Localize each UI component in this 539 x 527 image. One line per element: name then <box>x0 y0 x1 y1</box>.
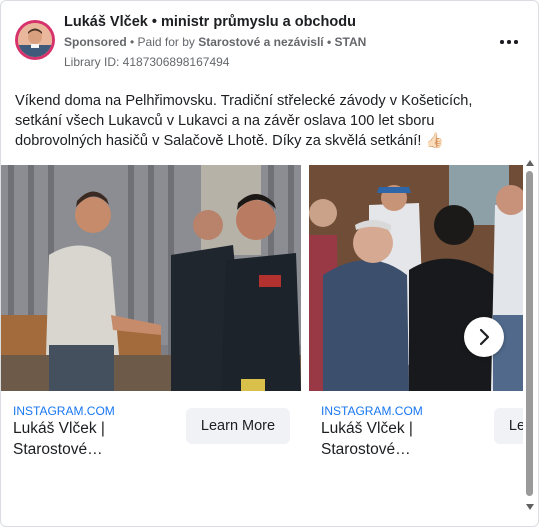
card-domain[interactable]: INSTAGRAM.COM <box>13 404 115 418</box>
carousel-image[interactable] <box>309 165 523 391</box>
more-options-button[interactable] <box>498 35 520 49</box>
card-domain[interactable]: INSTAGRAM.COM <box>321 404 423 418</box>
carousel: INSTAGRAM.COM Lukáš Vlček | Starostové… … <box>1 165 523 505</box>
ad-header: Lukáš Vlček • ministr průmyslu a obchodu… <box>15 13 524 73</box>
scroll-down-icon[interactable] <box>525 503 535 511</box>
scrollbar-thumb[interactable] <box>526 171 533 496</box>
carousel-card[interactable]: INSTAGRAM.COM Lukáš Vlček | Starostové… … <box>1 165 301 465</box>
library-id: Library ID: 4187306898167494 <box>64 55 230 69</box>
chevron-right-icon <box>479 328 490 346</box>
learn-more-button[interactable]: Learn More <box>494 408 523 444</box>
page-name[interactable]: Lukáš Vlček • ministr průmyslu a obchodu <box>64 14 356 30</box>
carousel-next-button[interactable] <box>464 317 504 357</box>
carousel-image[interactable] <box>1 165 301 391</box>
paid-for-prefix: Paid for by <box>137 35 199 49</box>
avatar-photo <box>18 23 52 57</box>
learn-more-button[interactable]: Learn More <box>186 408 290 444</box>
payer-name[interactable]: Starostové a nezávislí • STAN <box>198 35 366 49</box>
carousel-card[interactable]: INSTAGRAM.COM Lukáš Vlček | Starostové… … <box>309 165 523 465</box>
sponsored-label: Sponsored <box>64 35 127 49</box>
sponsor-line: Sponsored • Paid for by Starostové a nez… <box>64 35 366 49</box>
post-text: Víkend doma na Pelhřimovsku. Tradiční st… <box>15 93 473 149</box>
card-title[interactable]: Lukáš Vlček | Starostové… <box>321 418 481 460</box>
vertical-scrollbar[interactable] <box>524 159 536 515</box>
avatar[interactable] <box>15 20 55 60</box>
separator: • <box>126 35 138 49</box>
scroll-up-icon[interactable] <box>525 159 535 167</box>
ad-card: Lukáš Vlček • ministr průmyslu a obchodu… <box>0 0 539 527</box>
card-title[interactable]: Lukáš Vlček | Starostové… <box>13 418 173 460</box>
